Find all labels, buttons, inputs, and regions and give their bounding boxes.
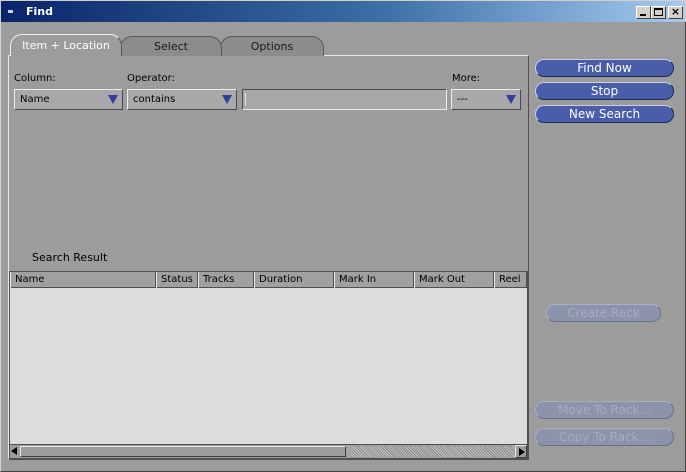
operator-dropdown[interactable]: contains xyxy=(127,89,237,110)
app-icon[interactable] xyxy=(6,7,15,16)
column-header-status[interactable]: Status xyxy=(156,272,198,288)
search-value-input[interactable] xyxy=(242,89,447,110)
close-icon: × xyxy=(670,5,681,18)
window-title: Find xyxy=(26,5,53,18)
column-header-mark-in[interactable]: Mark In xyxy=(334,272,414,288)
maximize-button[interactable] xyxy=(651,6,666,19)
column-dropdown-value: Name xyxy=(20,94,50,105)
tab-item-location[interactable]: Item + Location xyxy=(10,34,122,56)
horizontal-scrollbar[interactable] xyxy=(10,444,527,458)
arrow-right-icon xyxy=(519,448,525,456)
copy-to-rack-button[interactable]: Copy To Rack... xyxy=(535,428,674,446)
column-header-mark-out[interactable]: Mark Out xyxy=(414,272,494,288)
operator-label: Operator: xyxy=(127,73,175,84)
move-to-rack-button[interactable]: Move To Rack... xyxy=(535,401,674,419)
new-search-button[interactable]: New Search xyxy=(535,105,674,123)
more-dropdown[interactable]: --- xyxy=(451,89,521,110)
more-label: More: xyxy=(452,73,481,84)
search-result-label: Search Result xyxy=(32,251,108,264)
scrollbar-thumb[interactable] xyxy=(20,446,346,457)
operator-dropdown-value: contains xyxy=(133,94,176,105)
column-label: Column: xyxy=(14,73,56,84)
create-rack-button[interactable]: Create Rack xyxy=(546,304,661,322)
triangle-down-icon xyxy=(108,95,118,104)
column-header-duration[interactable]: Duration xyxy=(254,272,334,288)
column-header-name[interactable]: Name xyxy=(10,272,156,288)
close-button[interactable]: × xyxy=(668,5,683,19)
stop-button[interactable]: Stop xyxy=(535,82,674,100)
column-header-tracks[interactable]: Tracks xyxy=(198,272,254,288)
minimize-button[interactable] xyxy=(636,6,651,19)
more-dropdown-value: --- xyxy=(457,94,468,105)
results-table[interactable]: Name Status Tracks Duration Mark In Mark… xyxy=(9,271,528,459)
tab-select[interactable]: Select xyxy=(120,36,222,56)
triangle-down-icon xyxy=(222,95,232,104)
minimize-icon xyxy=(640,14,646,16)
tab-options[interactable]: Options xyxy=(220,36,324,56)
maximize-icon xyxy=(654,8,663,16)
title-bar[interactable]: Find × xyxy=(0,0,686,22)
scroll-right-button[interactable] xyxy=(515,445,527,458)
find-now-button[interactable]: Find Now xyxy=(535,59,674,77)
column-dropdown[interactable]: Name xyxy=(14,89,123,110)
column-header-reel[interactable]: Reel xyxy=(494,272,527,288)
triangle-down-icon xyxy=(506,95,516,104)
table-header: Name Status Tracks Duration Mark In Mark… xyxy=(10,272,527,288)
arrow-left-icon[interactable] xyxy=(11,447,17,455)
scrollbar-track[interactable] xyxy=(347,446,515,457)
